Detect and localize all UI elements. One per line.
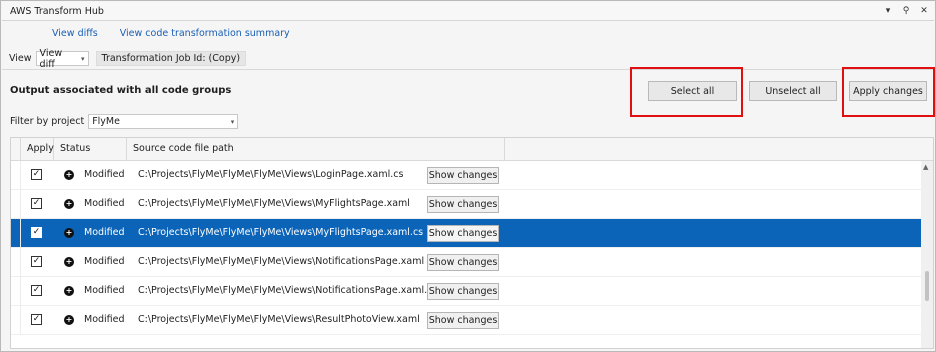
apply-checkbox[interactable]: ✓ bbox=[31, 256, 42, 267]
tool-window: AWS Transform Hub ▾ ⚲ ✕ View diffs View … bbox=[0, 0, 936, 352]
table-row[interactable]: ✓ + Modified C:\Projects\FlyMe\FlyMe\Fly… bbox=[11, 248, 921, 277]
view-diffs-link[interactable]: View diffs bbox=[52, 28, 98, 39]
vertical-scrollbar[interactable]: ▲ bbox=[921, 161, 933, 348]
pin-icon[interactable]: ⚲ bbox=[900, 5, 912, 17]
divider bbox=[2, 69, 934, 70]
modified-status-icon: + bbox=[64, 315, 74, 325]
file-grid: Apply Status Source code file path ✓ + M… bbox=[10, 137, 934, 349]
file-path-text: C:\Projects\FlyMe\FlyMe\FlyMe\Views\Noti… bbox=[138, 256, 425, 267]
column-header-apply[interactable]: Apply bbox=[21, 138, 54, 160]
table-row[interactable]: ✓ + Modified C:\Projects\FlyMe\FlyMe\Fly… bbox=[11, 219, 921, 248]
table-row[interactable]: ✓ + Modified C:\Projects\FlyMe\FlyMe\Fly… bbox=[11, 277, 921, 306]
table-row[interactable]: ✓ + Modified C:\Projects\FlyMe\FlyMe\Fly… bbox=[11, 306, 921, 335]
view-label: View bbox=[9, 53, 32, 64]
row-header[interactable] bbox=[11, 277, 21, 306]
job-id-chip[interactable]: Transformation Job Id: (Copy) bbox=[95, 51, 247, 66]
row-header[interactable] bbox=[11, 306, 21, 335]
file-path-text: C:\Projects\FlyMe\FlyMe\FlyMe\Views\MyFl… bbox=[138, 227, 424, 238]
job-id-text: Transformation Job Id: (Copy) bbox=[101, 53, 241, 64]
status-text: Modified bbox=[84, 314, 125, 325]
apply-checkbox[interactable]: ✓ bbox=[31, 285, 42, 296]
file-path-text: C:\Projects\FlyMe\FlyMe\FlyMe\Views\Resu… bbox=[138, 314, 420, 325]
show-changes-button[interactable]: Show changes bbox=[427, 312, 499, 329]
status-text: Modified bbox=[84, 285, 125, 296]
row-header[interactable] bbox=[11, 161, 21, 190]
status-text: Modified bbox=[84, 227, 125, 238]
row-header[interactable] bbox=[11, 248, 21, 277]
modified-status-icon: + bbox=[64, 286, 74, 296]
modified-status-icon: + bbox=[64, 199, 74, 209]
window-title: AWS Transform Hub bbox=[10, 6, 104, 17]
view-select-value: View diff bbox=[39, 47, 63, 70]
filter-row: Filter by project FlyMe ▾ bbox=[10, 114, 239, 129]
chevron-down-icon[interactable]: ▾ bbox=[882, 5, 894, 17]
links-row: View diffs View code transformation summ… bbox=[52, 28, 290, 39]
chevron-down-icon: ▾ bbox=[230, 117, 235, 126]
project-filter-select[interactable]: FlyMe ▾ bbox=[88, 114, 239, 129]
modified-status-icon: + bbox=[64, 170, 74, 180]
row-header[interactable] bbox=[11, 219, 21, 248]
show-changes-button[interactable]: Show changes bbox=[427, 254, 499, 271]
status-text: Modified bbox=[84, 169, 125, 180]
show-changes-button[interactable]: Show changes bbox=[427, 167, 499, 184]
apply-checkbox[interactable]: ✓ bbox=[31, 314, 42, 325]
scroll-thumb[interactable] bbox=[925, 271, 929, 301]
apply-checkbox[interactable]: ✓ bbox=[31, 227, 42, 238]
show-changes-button[interactable]: Show changes bbox=[427, 283, 499, 300]
table-row[interactable]: ✓ + Modified C:\Projects\FlyMe\FlyMe\Fly… bbox=[11, 190, 921, 219]
title-bar: AWS Transform Hub ▾ ⚲ ✕ bbox=[2, 2, 934, 21]
view-summary-link[interactable]: View code transformation summary bbox=[120, 28, 290, 39]
scroll-up-icon[interactable]: ▲ bbox=[923, 163, 928, 171]
table-row[interactable]: ✓ + Modified C:\Projects\FlyMe\FlyMe\Fly… bbox=[11, 161, 921, 190]
project-filter-value: FlyMe bbox=[92, 116, 120, 127]
row-header[interactable] bbox=[11, 190, 21, 219]
status-text: Modified bbox=[84, 198, 125, 209]
close-icon[interactable]: ✕ bbox=[918, 5, 930, 17]
show-changes-button[interactable]: Show changes bbox=[427, 225, 499, 242]
file-path-text: C:\Projects\FlyMe\FlyMe\FlyMe\Views\Logi… bbox=[138, 169, 404, 180]
file-path-text: C:\Projects\FlyMe\FlyMe\FlyMe\Views\Noti… bbox=[138, 285, 438, 296]
view-row: View View diff ▾ Transformation Job Id: … bbox=[9, 48, 247, 70]
grid-header: Apply Status Source code file path bbox=[11, 138, 933, 161]
modified-status-icon: + bbox=[64, 228, 74, 238]
file-path-text: C:\Projects\FlyMe\FlyMe\FlyMe\Views\MyFl… bbox=[138, 198, 410, 209]
show-changes-button[interactable]: Show changes bbox=[427, 196, 499, 213]
filter-label: Filter by project bbox=[10, 116, 85, 127]
chevron-down-icon: ▾ bbox=[81, 54, 85, 63]
grid-header-lead bbox=[11, 138, 21, 160]
view-select[interactable]: View diff ▾ bbox=[35, 48, 89, 70]
highlight-box-apply-changes bbox=[842, 67, 935, 117]
status-text: Modified bbox=[84, 256, 125, 267]
apply-checkbox[interactable]: ✓ bbox=[31, 169, 42, 180]
section-title: Output associated with all code groups bbox=[10, 85, 232, 96]
highlight-box-select-all bbox=[630, 67, 743, 117]
unselect-all-button[interactable]: Unselect all bbox=[749, 81, 837, 101]
apply-checkbox[interactable]: ✓ bbox=[31, 198, 42, 209]
column-header-path[interactable]: Source code file path bbox=[127, 138, 505, 160]
column-header-status[interactable]: Status bbox=[54, 138, 127, 160]
modified-status-icon: + bbox=[64, 257, 74, 267]
